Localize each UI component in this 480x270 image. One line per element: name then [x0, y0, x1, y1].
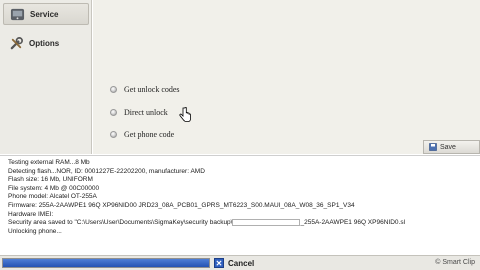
log-line: Phone model: Alcatel OT-255A [8, 193, 97, 201]
tools-icon [8, 35, 24, 51]
get-phone-code-option[interactable]: Get phone code [110, 127, 174, 141]
watermark: © Smart Clip [435, 259, 475, 266]
watermark-text: © Smart Clip [435, 259, 475, 266]
progress-bar [2, 258, 210, 268]
save-button[interactable]: Save [423, 140, 480, 154]
radio-bullet-icon [110, 130, 117, 138]
get-unlock-codes-option[interactable]: Get unlock codes [110, 82, 180, 96]
log-line: Detecting flash...NOR, ID: 0001227E-2220… [8, 167, 205, 175]
log-line: Flash size: 16 Mb, UNIFORM [8, 176, 93, 184]
cancel-button[interactable]: ✕ Cancel [214, 257, 254, 269]
action-label: Direct unlock [124, 107, 168, 117]
action-label: Get phone code [124, 129, 175, 139]
cancel-icon: ✕ [214, 258, 224, 268]
log-line: Firmware: 255A-2AAWPE1 96Q XP96NID00 JRD… [8, 201, 355, 209]
hand-cursor-icon [179, 107, 191, 122]
log-line: File system: 4 Mb @ 00C00000 [8, 184, 100, 192]
radio-bullet-icon [110, 108, 117, 116]
sidebar-item-service[interactable]: Service [3, 3, 89, 25]
log-line: Testing external RAM...8 Mb [8, 159, 90, 166]
main-panel: Get unlock codes Direct unlock Get phone… [93, 0, 480, 154]
sidebar-item-label: Service [30, 9, 59, 19]
sidebar: Service Options [0, 0, 92, 154]
service-icon [9, 6, 25, 22]
direct-unlock-option[interactable]: Direct unlock [110, 105, 168, 119]
log-line: Unlocking phone... [8, 227, 62, 235]
security-suffix: _255A-2AAWPE1 96Q XP96NID0.sl [300, 219, 406, 227]
save-icon [429, 143, 437, 151]
log-line-security: Security area saved to "C:\Users\User\Do… [8, 219, 480, 228]
sidebar-item-label: Options [29, 38, 60, 48]
security-prefix: Security area saved to "C:\Users\User\Do… [8, 219, 233, 227]
status-bar: ✕ Cancel © Smart Clip [0, 255, 480, 270]
redacted-box [232, 219, 301, 227]
action-label: Get unlock codes [124, 84, 180, 94]
cancel-label: Cancel [228, 258, 255, 268]
log-line: Hardware IMEI: [8, 210, 54, 218]
log-output: Testing external RAM...8 Mb Detecting fl… [0, 155, 480, 255]
sidebar-item-options[interactable]: Options [3, 32, 89, 54]
save-label: Save [440, 143, 456, 151]
radio-bullet-icon [110, 85, 117, 93]
progress-fill [3, 259, 209, 267]
